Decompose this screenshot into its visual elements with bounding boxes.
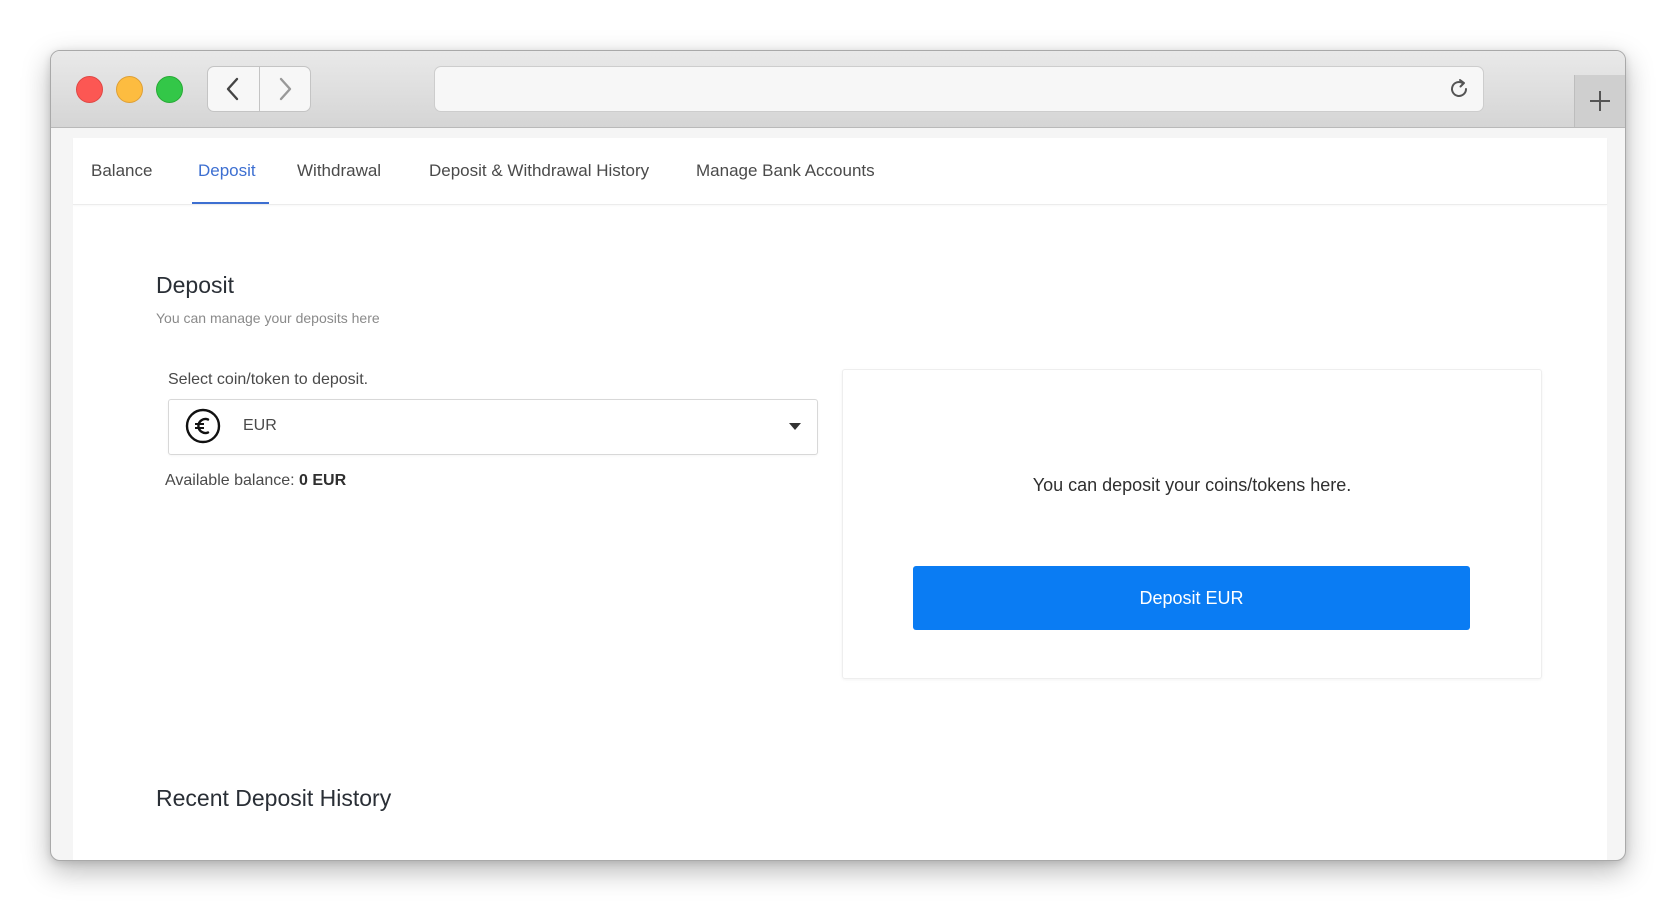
tab-balance[interactable]: Balance [91, 138, 152, 204]
address-bar[interactable] [434, 66, 1484, 112]
browser-titlebar [51, 51, 1625, 128]
tab-bar: Balance Deposit Withdrawal Deposit & Wit… [73, 138, 1607, 205]
coin-select-label: Select coin/token to deposit. [168, 371, 369, 388]
deposit-eur-button[interactable]: Deposit EUR [913, 566, 1470, 630]
euro-icon [185, 408, 221, 444]
plus-icon [1590, 91, 1610, 111]
page-subtitle: You can manage your deposits here [156, 310, 380, 326]
forward-button[interactable] [258, 67, 311, 111]
page-viewport: Balance Deposit Withdrawal Deposit & Wit… [73, 138, 1607, 860]
caret-down-icon [789, 423, 801, 430]
chevron-right-icon [279, 77, 291, 101]
deposit-card-text: You can deposit your coins/tokens here. [1032, 475, 1352, 495]
tab-deposit-withdrawal-history[interactable]: Deposit & Withdrawal History [429, 138, 649, 204]
balance-value: 0 EUR [299, 472, 347, 489]
deposit-card: You can deposit your coins/tokens here. … [842, 369, 1542, 679]
close-window-button[interactable] [76, 76, 103, 103]
maximize-window-button[interactable] [156, 76, 183, 103]
browser-nav-buttons [207, 66, 311, 112]
coin-select[interactable]: EUR [168, 399, 818, 455]
back-button[interactable] [208, 67, 259, 111]
page-title: Deposit [156, 272, 234, 298]
new-tab-button[interactable] [1574, 75, 1625, 127]
tab-deposit[interactable]: Deposit [198, 138, 256, 204]
tab-manage-bank-accounts[interactable]: Manage Bank Accounts [696, 138, 875, 204]
recent-deposit-history-title: Recent Deposit History [156, 785, 392, 811]
coin-select-value: EUR [243, 417, 277, 434]
chevron-left-icon [227, 77, 239, 101]
browser-window: Balance Deposit Withdrawal Deposit & Wit… [50, 50, 1626, 861]
reload-icon[interactable] [1447, 77, 1471, 101]
minimize-window-button[interactable] [116, 76, 143, 103]
balance-label: Available balance: [165, 472, 300, 489]
available-balance: Available balance: 0 EUR [165, 472, 346, 490]
active-tab-indicator [192, 202, 269, 204]
tab-withdrawal[interactable]: Withdrawal [297, 138, 381, 204]
